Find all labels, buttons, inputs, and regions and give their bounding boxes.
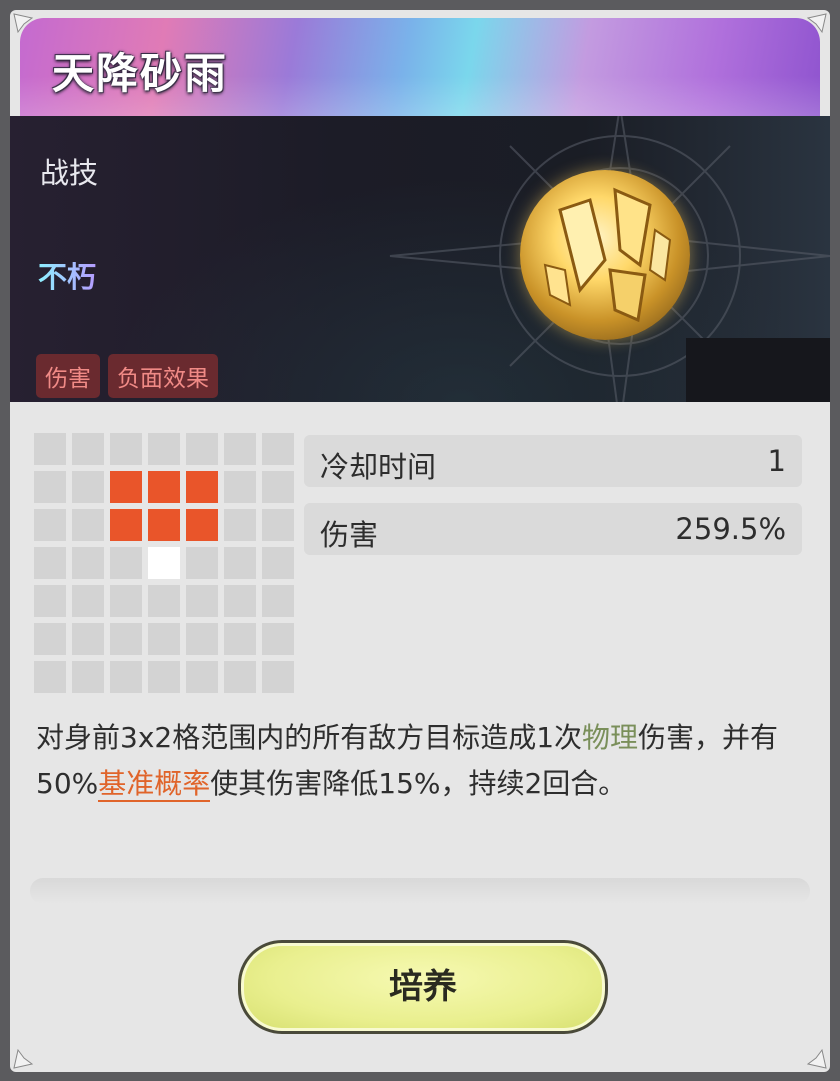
hero-shadow-strip [686, 338, 830, 402]
range-cell [262, 471, 294, 503]
ornament-corner-icon [12, 12, 46, 46]
range-cell [72, 547, 104, 579]
skill-hero-panel: 战技 不朽 伤害 负面效果 [10, 116, 830, 402]
range-cell [186, 547, 218, 579]
range-cell [186, 585, 218, 617]
range-cell-hit [148, 509, 180, 541]
range-cell [262, 433, 294, 465]
ornament-corner-icon [794, 1036, 828, 1070]
range-cell [34, 661, 66, 693]
range-cell [72, 623, 104, 655]
range-cell [262, 585, 294, 617]
skill-detail-card: 天降砂雨 战技 不朽 伤害 负面效果 冷却时间 1 伤害 259.5% 对身前3… [10, 10, 830, 1072]
stat-damage-label: 伤害 [320, 518, 379, 552]
section-divider [30, 878, 810, 904]
range-cell [72, 661, 104, 693]
range-cell [34, 585, 66, 617]
stat-cooldown-label: 冷却时间 [320, 450, 437, 484]
range-cell-hit [186, 471, 218, 503]
range-cell [110, 623, 142, 655]
sand-rain-skill-icon [520, 170, 690, 340]
keyword-physical[interactable]: 物理 [582, 721, 638, 754]
range-cell [224, 661, 256, 693]
range-cell [72, 433, 104, 465]
range-cell [224, 433, 256, 465]
range-cell [148, 623, 180, 655]
range-cell [72, 509, 104, 541]
desc-part-3: 使其伤害降低15%，持续2回合。 [210, 767, 627, 800]
range-cell [262, 509, 294, 541]
tag-debuff: 负面效果 [108, 354, 218, 398]
range-cell [262, 661, 294, 693]
skill-tags: 伤害 负面效果 [36, 354, 218, 398]
range-cell [110, 433, 142, 465]
skill-title-bar: 天降砂雨 [20, 18, 820, 116]
stat-cooldown-value: 1 [767, 444, 786, 478]
skill-rarity-label: 不朽 [38, 254, 96, 296]
range-cell-hit [186, 509, 218, 541]
desc-part-1: 对身前3x2格范围内的所有敌方目标造成1次 [36, 721, 583, 754]
range-cell [148, 585, 180, 617]
range-cell [34, 433, 66, 465]
range-cell [72, 471, 104, 503]
skill-range-grid [34, 433, 294, 693]
range-cell-hit [110, 509, 142, 541]
range-cell [72, 585, 104, 617]
range-cell-hit [110, 471, 142, 503]
range-cell [110, 585, 142, 617]
range-cell [224, 509, 256, 541]
range-cell [148, 661, 180, 693]
ornament-corner-icon [12, 1036, 46, 1070]
skill-type-label: 战技 [40, 156, 99, 190]
range-cell [34, 471, 66, 503]
range-cell [224, 471, 256, 503]
range-cell [110, 547, 142, 579]
stat-damage-value: 259.5% [675, 512, 786, 546]
skill-description: 对身前3x2格范围内的所有敌方目标造成1次物理伤害，并有50%基准概率使其伤害降… [36, 715, 816, 807]
keyword-base-chance-link[interactable]: 基准概率 [98, 767, 211, 802]
range-cell [186, 661, 218, 693]
range-cell [224, 623, 256, 655]
range-cell [224, 547, 256, 579]
range-cell [186, 623, 218, 655]
range-cell [186, 433, 218, 465]
tag-damage: 伤害 [36, 354, 100, 398]
range-cell [34, 547, 66, 579]
cultivate-button[interactable]: 培养 [238, 940, 608, 1034]
ornament-corner-icon [794, 12, 828, 46]
range-cell [110, 661, 142, 693]
range-cell [148, 433, 180, 465]
range-cell [34, 623, 66, 655]
stat-cooldown: 冷却时间 1 [304, 435, 802, 487]
skill-name: 天降砂雨 [52, 49, 229, 98]
stat-damage: 伤害 259.5% [304, 503, 802, 555]
range-cell [34, 509, 66, 541]
range-cell [224, 585, 256, 617]
range-cell-hit [148, 471, 180, 503]
range-cell [262, 547, 294, 579]
range-cell [262, 623, 294, 655]
range-cell-self [148, 547, 180, 579]
